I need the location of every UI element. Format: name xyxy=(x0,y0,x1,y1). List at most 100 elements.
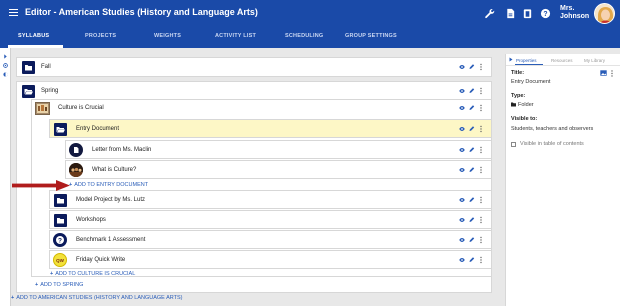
eye-icon[interactable] xyxy=(459,89,465,94)
page-title: Editor - American Studies (History and L… xyxy=(25,7,258,17)
svg-text:?: ? xyxy=(58,237,62,244)
tree-item-entry-document[interactable]: Entry Document xyxy=(49,119,492,138)
tree-item-model-project[interactable]: Model Project by Ms. Lutz xyxy=(49,190,492,209)
more-options-icon[interactable] xyxy=(479,166,483,173)
edit-icon[interactable] xyxy=(469,88,475,94)
settings-icon[interactable] xyxy=(3,63,8,68)
tree-item-label: Fall xyxy=(41,64,51,70)
more-options-icon[interactable] xyxy=(479,216,483,223)
title-value[interactable]: Entry Document xyxy=(511,79,550,85)
tree-item-friday-quick-write[interactable]: QW Friday Quick Write xyxy=(49,250,492,269)
tree-item-workshops[interactable]: Workshops xyxy=(49,210,492,229)
eye-icon[interactable] xyxy=(459,217,465,222)
user-name[interactable]: Mrs. Johnson xyxy=(560,5,589,21)
visible-to-value[interactable]: Students, teachers and observers xyxy=(511,126,593,132)
folder-open-icon[interactable] xyxy=(22,85,35,98)
row-actions xyxy=(459,236,485,243)
collapse-arrow-icon[interactable] xyxy=(509,57,513,62)
add-link-label: ADD TO AMERICAN STUDIES (HISTORY AND LAN… xyxy=(16,295,183,301)
tree-item-label: Benchmark 1 Assessment xyxy=(76,237,146,243)
folder-open-icon xyxy=(54,123,67,136)
left-toolbar xyxy=(0,48,11,306)
row-actions xyxy=(459,104,485,112)
edit-icon[interactable] xyxy=(469,125,475,131)
toc-checkbox-label: Visible in table of contents xyxy=(520,141,584,147)
app-header: Editor - American Studies (History and L… xyxy=(0,0,620,27)
row-actions xyxy=(459,256,485,263)
add-to-entry-document-link[interactable]: + ADD TO ENTRY DOCUMENT xyxy=(69,182,148,188)
document-icon xyxy=(69,143,83,157)
tab-syllabus[interactable]: SYLLABUS xyxy=(18,33,49,39)
tree-item-what-is-culture[interactable]: What is Culture? xyxy=(65,160,492,179)
folder-icon xyxy=(22,61,35,74)
contrast-icon[interactable] xyxy=(3,72,8,77)
tree-item-benchmark[interactable]: ? Benchmark 1 Assessment xyxy=(49,230,492,249)
tree-item-fall[interactable]: Fall xyxy=(16,57,492,77)
clipboard-icon[interactable] xyxy=(522,8,533,19)
eye-icon[interactable] xyxy=(459,197,465,202)
more-options-icon[interactable] xyxy=(479,104,483,112)
more-options-icon[interactable] xyxy=(479,236,483,243)
add-link-label: ADD TO ENTRY DOCUMENT xyxy=(74,182,149,188)
menu-icon[interactable] xyxy=(9,9,18,17)
tree-item-label: Entry Document xyxy=(76,126,120,132)
more-options-icon[interactable] xyxy=(479,125,483,132)
tab-scheduling[interactable]: SCHEDULING xyxy=(285,33,323,39)
svg-text:QW: QW xyxy=(56,258,65,263)
toc-checkbox[interactable] xyxy=(511,142,516,147)
visible-to-label: Visible to: xyxy=(511,116,538,122)
edit-icon[interactable] xyxy=(469,216,475,222)
main-tabs: SYLLABUS PROJECTS WEIGHTS ACTIVITY LIST … xyxy=(0,27,620,48)
expand-arrow-icon[interactable] xyxy=(3,54,8,59)
edit-icon[interactable] xyxy=(469,196,475,202)
document-icon[interactable] xyxy=(505,8,516,19)
properties-panel: Properties Resources My Library Title: E… xyxy=(505,54,620,306)
more-options-icon[interactable] xyxy=(479,196,483,203)
row-actions xyxy=(459,63,485,71)
eye-icon[interactable] xyxy=(459,147,465,152)
tree-item-label: Workshops xyxy=(76,217,106,223)
add-link-label: ADD TO CULTURE IS CRUCIAL xyxy=(55,271,136,277)
culture-thumbnail xyxy=(35,102,50,115)
tab-weights[interactable]: WEIGHTS xyxy=(154,33,181,39)
assessment-icon: ? xyxy=(53,233,67,247)
row-actions xyxy=(459,196,485,203)
panel-tab-my-library[interactable]: My Library xyxy=(584,58,605,63)
edit-icon[interactable] xyxy=(469,64,475,70)
annotation-arrow-icon xyxy=(12,180,70,191)
type-label: Type: xyxy=(511,93,526,99)
edit-icon[interactable] xyxy=(469,166,475,172)
title-label: Title: xyxy=(511,70,525,76)
eye-icon[interactable] xyxy=(459,167,465,172)
eye-icon[interactable] xyxy=(459,65,465,70)
image-icon[interactable] xyxy=(600,70,607,76)
tree-item-letter[interactable]: Letter from Ms. Maclin xyxy=(65,140,492,159)
add-link-label: ADD TO SPRING xyxy=(40,282,84,288)
tab-projects[interactable]: PROJECTS xyxy=(85,33,116,39)
eye-icon[interactable] xyxy=(459,257,465,262)
more-options-icon[interactable] xyxy=(479,146,483,153)
tree-item-label: What is Culture? xyxy=(92,167,137,173)
wrench-icon[interactable] xyxy=(484,8,495,19)
add-to-spring-link[interactable]: + ADD TO SPRING xyxy=(35,282,83,288)
more-options-icon[interactable] xyxy=(479,87,483,95)
panel-divider xyxy=(506,65,620,66)
tab-group-settings[interactable]: GROUP SETTINGS xyxy=(345,33,397,39)
help-icon[interactable]: ? xyxy=(540,8,551,19)
edit-icon[interactable] xyxy=(469,146,475,152)
edit-icon[interactable] xyxy=(469,236,475,242)
panel-tab-resources[interactable]: Resources xyxy=(551,58,573,63)
eye-icon[interactable] xyxy=(459,126,465,131)
avatar[interactable] xyxy=(594,3,615,24)
add-to-culture-link[interactable]: + ADD TO CULTURE IS CRUCIAL xyxy=(50,271,135,277)
add-to-course-link[interactable]: + ADD TO AMERICAN STUDIES (HISTORY AND LA… xyxy=(11,295,182,301)
eye-icon[interactable] xyxy=(459,237,465,242)
edit-icon[interactable] xyxy=(469,256,475,262)
tab-activity-list[interactable]: ACTIVITY LIST xyxy=(215,33,256,39)
eye-icon[interactable] xyxy=(459,106,465,111)
more-options-icon[interactable] xyxy=(479,256,483,263)
more-options-icon[interactable] xyxy=(610,70,614,77)
more-options-icon[interactable] xyxy=(479,63,483,71)
edit-icon[interactable] xyxy=(469,105,475,111)
panel-tab-properties[interactable]: Properties xyxy=(516,58,537,63)
